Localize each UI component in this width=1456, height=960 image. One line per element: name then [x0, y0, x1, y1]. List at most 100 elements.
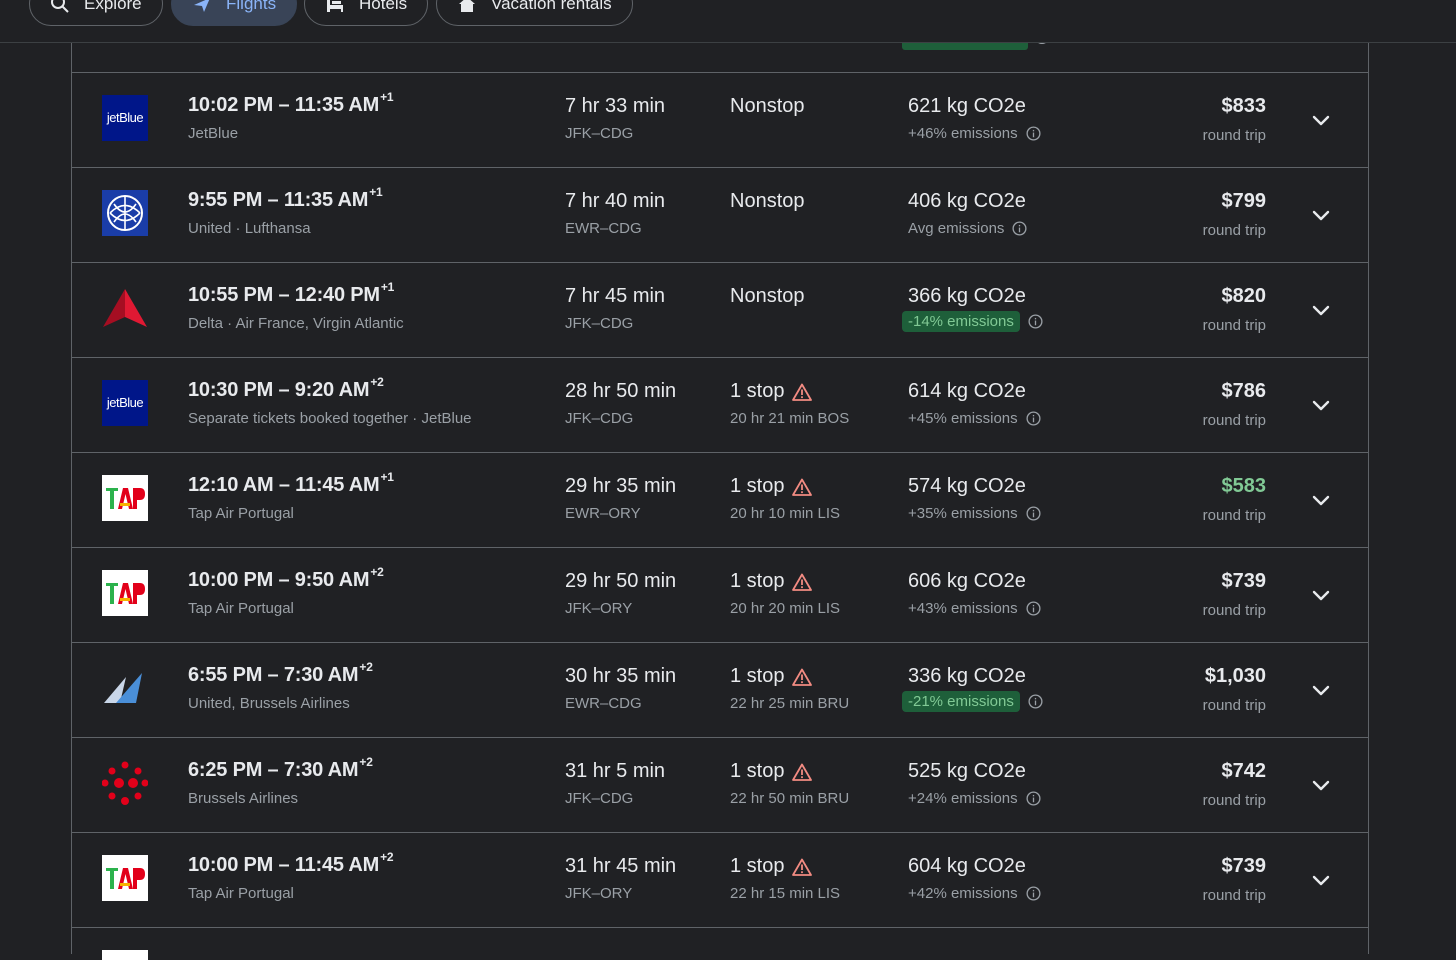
info-icon[interactable]: [1026, 601, 1041, 616]
co2-emissions: 606 kg CO2e: [908, 570, 1026, 592]
info-icon[interactable]: [1026, 886, 1041, 901]
stops-info: 1 stop: [730, 665, 813, 688]
explore-icon: [50, 0, 70, 14]
stops-info: 1 stop: [730, 760, 813, 783]
warning-icon[interactable]: [792, 763, 813, 781]
chevron-down-icon[interactable]: [1310, 109, 1332, 131]
airline-logo-icon: jetBlue: [102, 95, 148, 141]
airline-logo-icon: [102, 570, 148, 616]
info-icon[interactable]: [1026, 506, 1041, 521]
info-icon[interactable]: [1012, 221, 1027, 236]
flight-times: 10:55 PM – 12:40 PM+1: [188, 280, 395, 306]
flight-times: 10:30 PM – 9:20 AM+2: [188, 375, 384, 401]
emissions-comparison: +43% emissions: [908, 600, 1041, 617]
stops-info: 1 stop: [730, 380, 813, 403]
stops-info: Nonstop: [730, 95, 805, 117]
flight-row[interactable]: jetBlue 10:30 PM – 9:20 AM+2 Separate ti…: [72, 358, 1368, 453]
stops-info: Nonstop: [730, 285, 805, 307]
svg-text:jetBlue: jetBlue: [106, 395, 144, 410]
flight-route: JFK–CDG: [565, 125, 634, 142]
flight-duration: 7 hr 33 min: [565, 95, 666, 117]
airline-logo-icon: [102, 190, 148, 236]
flight-row[interactable]: 9:55 PM – 11:35 AM+1 United · Lufthansa …: [72, 168, 1368, 263]
emissions-comparison: Avg emissions: [908, 220, 1027, 237]
flight-times: 6:25 PM – 7:30 AM+2: [188, 755, 373, 781]
emissions-comparison: -14% emissions: [902, 311, 1043, 332]
flight-row[interactable]: 10:55 PM – 12:40 PM+1 Delta · Air France…: [72, 263, 1368, 358]
co2-emissions: 525 kg CO2e: [908, 760, 1026, 782]
flight-row[interactable]: 10:00 PM – 11:45 AM+2 Tap Air Portugal 3…: [72, 833, 1368, 928]
chevron-down-icon[interactable]: [1310, 394, 1332, 416]
tab-explore[interactable]: Explore: [29, 0, 163, 26]
day-offset: +1: [380, 470, 395, 484]
chevron-down-icon[interactable]: [1310, 584, 1332, 606]
flight-row[interactable]: 6:55 PM – 7:30 AM+2 United, Brussels Air…: [72, 643, 1368, 738]
day-offset: +2: [359, 755, 373, 769]
emissions-comparison: +35% emissions: [908, 505, 1041, 522]
info-icon[interactable]: [1026, 411, 1041, 426]
layover-info: 22 hr 50 min BRU: [730, 790, 850, 807]
emissions-comparison: +42% emissions: [908, 885, 1041, 902]
next-row-logo: [102, 950, 148, 960]
price-type: round trip: [1202, 507, 1266, 524]
top-nav-bar: Explore Flights Hotels Vacation rentals: [0, 0, 1456, 43]
airline-logo-icon: [101, 760, 149, 806]
flight-price: $583: [1221, 475, 1267, 497]
warning-icon[interactable]: [792, 383, 813, 401]
price-type: round trip: [1202, 792, 1266, 809]
tab-flights-label: Flights: [226, 0, 277, 13]
flight-row[interactable]: jetBlue 10:02 PM – 11:35 AM+1 JetBlue 7 …: [72, 73, 1368, 168]
info-icon[interactable]: [1026, 791, 1041, 806]
house-icon: [457, 0, 477, 14]
info-icon[interactable]: [1026, 126, 1041, 141]
emissions-comparison: +45% emissions: [908, 410, 1041, 427]
price-type: round trip: [1202, 887, 1266, 904]
flight-duration: 30 hr 35 min: [565, 665, 677, 687]
flight-duration: 28 hr 50 min: [565, 380, 677, 402]
chevron-down-icon[interactable]: [1310, 299, 1332, 321]
tab-hotels[interactable]: Hotels: [304, 0, 429, 26]
info-icon[interactable]: [1028, 314, 1043, 329]
flight-price: $739: [1221, 570, 1267, 592]
flight-row[interactable]: 10:00 PM – 9:50 AM+2 Tap Air Portugal 29…: [72, 548, 1368, 643]
day-offset: +1: [369, 185, 383, 199]
tab-flights[interactable]: Flights: [171, 0, 298, 26]
day-offset: +2: [370, 565, 384, 579]
chevron-down-icon[interactable]: [1310, 204, 1332, 226]
warning-icon[interactable]: [792, 478, 813, 496]
tab-vacation-rentals[interactable]: Vacation rentals: [436, 0, 633, 26]
chevron-down-icon[interactable]: [1310, 774, 1332, 796]
flight-duration: 7 hr 40 min: [565, 190, 666, 212]
flight-price: $1,030: [1204, 665, 1266, 687]
co2-emissions: 574 kg CO2e: [908, 475, 1026, 497]
chevron-down-icon[interactable]: [1310, 489, 1332, 511]
warning-icon[interactable]: [792, 668, 813, 686]
airline-name: United, Brussels Airlines: [188, 695, 350, 712]
flight-row[interactable]: 12:10 AM – 11:45 AM+1 Tap Air Portugal 2…: [72, 453, 1368, 548]
flight-price: $820: [1221, 285, 1267, 307]
layover-info: 20 hr 20 min LIS: [730, 600, 841, 617]
layover-info: 22 hr 15 min LIS: [730, 885, 841, 902]
co2-emissions: 366 kg CO2e: [908, 285, 1026, 307]
flight-times: 12:10 AM – 11:45 AM+1: [188, 470, 394, 496]
flight-row[interactable]: 6:25 PM – 7:30 AM+2 Brussels Airlines 31…: [72, 738, 1368, 833]
stops-info: Nonstop: [730, 190, 805, 212]
stops-info: 1 stop: [730, 855, 813, 878]
airline-name: JetBlue: [188, 125, 239, 142]
day-offset: +2: [380, 850, 394, 864]
co2-emissions: 614 kg CO2e: [908, 380, 1026, 402]
flight-route: EWR–CDG: [565, 220, 642, 237]
info-icon[interactable]: [1028, 694, 1043, 709]
flight-price: $786: [1221, 380, 1267, 402]
co2-emissions: 336 kg CO2e: [908, 665, 1026, 687]
warning-icon[interactable]: [792, 573, 813, 591]
warning-icon[interactable]: [792, 858, 813, 876]
day-offset: +1: [380, 90, 394, 104]
flight-duration: 31 hr 5 min: [565, 760, 666, 782]
flight-route: JFK–CDG: [565, 790, 634, 807]
tab-vacation-rentals-label: Vacation rentals: [491, 0, 612, 13]
flight-price: $833: [1221, 95, 1267, 117]
chevron-down-icon[interactable]: [1310, 869, 1332, 891]
day-offset: +2: [359, 660, 373, 674]
chevron-down-icon[interactable]: [1310, 679, 1332, 701]
